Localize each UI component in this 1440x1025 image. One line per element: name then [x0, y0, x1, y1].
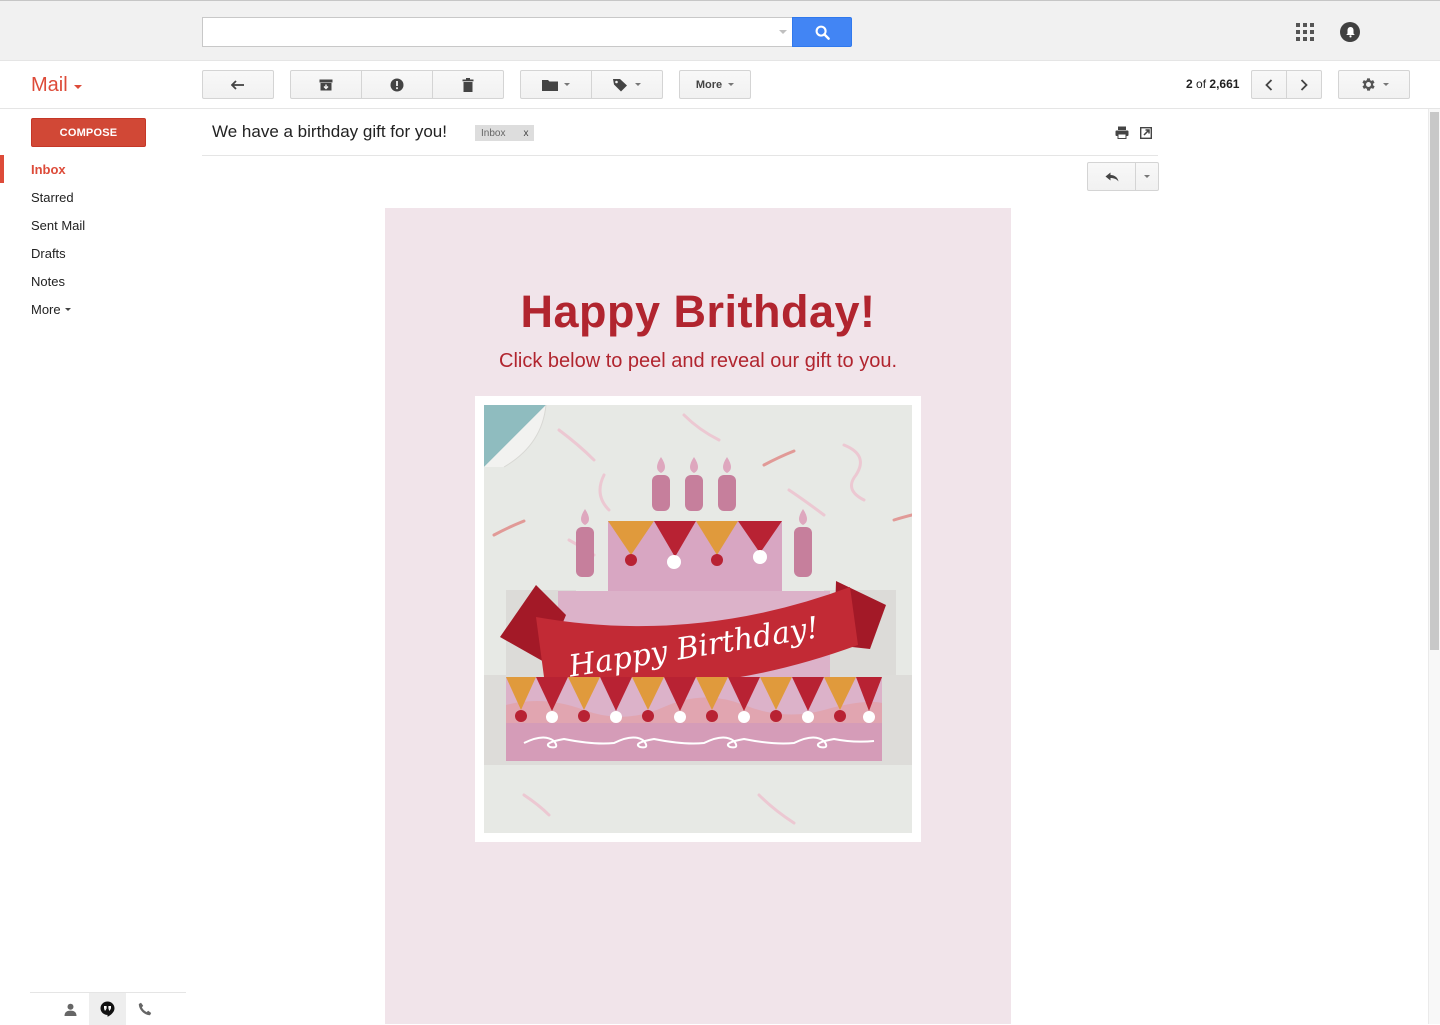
chevron-down-icon [564, 83, 570, 86]
archive-icon [319, 79, 333, 90]
report-spam-button[interactable] [362, 71, 433, 98]
compose-button[interactable]: COMPOSE [31, 118, 146, 147]
sidebar-item-inbox[interactable]: Inbox [0, 155, 186, 183]
birthday-cake-illustration: Happy Birthday! [484, 405, 912, 833]
delete-button[interactable] [433, 71, 503, 98]
search-box[interactable] [202, 17, 793, 47]
chevron-down-icon [1382, 83, 1389, 86]
chevron-down-icon [73, 84, 82, 89]
sidebar-item-notes[interactable]: Notes [0, 267, 186, 295]
peel-reveal-card[interactable]: Happy Birthday! [475, 396, 921, 842]
pager-total: 2,661 [1209, 77, 1240, 91]
remove-label-button[interactable]: x [523, 128, 528, 139]
chat-bottom-bar [30, 992, 186, 1025]
trash-icon [462, 77, 474, 92]
back-button[interactable] [202, 70, 274, 99]
top-bar [0, 0, 1440, 61]
message-subject: We have a birthday gift for you! [212, 122, 447, 141]
message-actions-group [290, 70, 504, 99]
sidebar-item-label: Sent Mail [31, 217, 86, 233]
email-body: Happy Brithday! Click below to peel and … [385, 208, 1011, 1024]
action-toolbar: Mail More 2 of 2,661 [0, 61, 1440, 109]
pager-current: 2 [1186, 77, 1193, 91]
print-all-button[interactable] [1115, 126, 1129, 144]
reply-group [1087, 162, 1159, 191]
subject-divider [202, 155, 1158, 156]
search-button[interactable] [792, 17, 852, 47]
search-input[interactable] [203, 18, 763, 46]
person-icon [64, 1003, 77, 1016]
reply-button[interactable] [1088, 163, 1136, 190]
contacts-tab[interactable] [52, 993, 89, 1025]
hangouts-tab[interactable] [89, 993, 126, 1025]
pager-of: of [1196, 77, 1207, 91]
chevron-down-icon [64, 307, 71, 311]
labels-button[interactable] [592, 71, 662, 98]
newer-button[interactable] [1252, 71, 1287, 98]
organize-group [520, 70, 663, 99]
chevron-down-icon [635, 83, 641, 86]
folder-icon [542, 79, 558, 91]
reply-arrow-icon [1105, 172, 1118, 181]
chevron-down-icon [728, 83, 735, 86]
sidebar-item-label: More [31, 301, 61, 317]
label-chip-text: Inbox [481, 127, 506, 139]
chevron-left-icon [1265, 78, 1273, 91]
reply-options-button[interactable] [1136, 163, 1158, 190]
chevron-down-icon [1144, 175, 1150, 178]
settings-button[interactable] [1338, 70, 1410, 99]
sidebar-item-sent-mail[interactable]: Sent Mail [0, 211, 186, 239]
sidebar-item-more[interactable]: More [0, 295, 186, 323]
inbox-label-chip: Inbox x [475, 125, 535, 141]
pager-nav-group [1251, 70, 1322, 99]
hangouts-quote-icon [100, 1001, 115, 1017]
label-tag-icon [613, 78, 627, 91]
more-actions-button[interactable]: More [679, 70, 751, 99]
pager-count: 2 of 2,661 [1186, 77, 1239, 91]
email-subheadline: Click below to peel and reveal our gift … [499, 350, 897, 372]
move-to-button[interactable] [521, 71, 592, 98]
notifications-bell-icon[interactable] [1340, 22, 1360, 42]
sidebar-item-drafts[interactable]: Drafts [0, 239, 186, 267]
email-headline: Happy Brithday! [520, 286, 876, 337]
sidebar-item-label: Starred [31, 189, 74, 205]
archive-button[interactable] [291, 71, 362, 98]
search-options-chevron-icon[interactable] [779, 30, 787, 34]
older-button[interactable] [1287, 71, 1321, 98]
open-new-window-button[interactable] [1139, 126, 1153, 144]
page-scrollbar-thumb[interactable] [1430, 112, 1439, 650]
gear-icon [1361, 78, 1375, 91]
sidebar-item-label: Drafts [31, 245, 66, 261]
sidebar-item-label: Notes [31, 273, 65, 289]
app-label: Mail [31, 74, 68, 96]
more-actions-label: More [695, 78, 723, 91]
new-window-icon [1139, 126, 1153, 140]
app-switcher[interactable]: Mail [31, 74, 82, 97]
chevron-right-icon [1300, 78, 1308, 91]
search-icon [815, 25, 830, 40]
sidebar-item-starred[interactable]: Starred [0, 183, 186, 211]
back-arrow-icon [231, 79, 244, 90]
print-icon [1115, 126, 1129, 139]
sidebar-nav: Inbox Starred Sent Mail Drafts Notes Mor… [0, 155, 186, 323]
phone-tab[interactable] [126, 993, 163, 1025]
phone-icon [138, 1002, 151, 1016]
apps-grid-icon[interactable] [1296, 23, 1314, 41]
sidebar-item-label: Inbox [31, 161, 66, 177]
spam-alert-icon [390, 78, 404, 91]
